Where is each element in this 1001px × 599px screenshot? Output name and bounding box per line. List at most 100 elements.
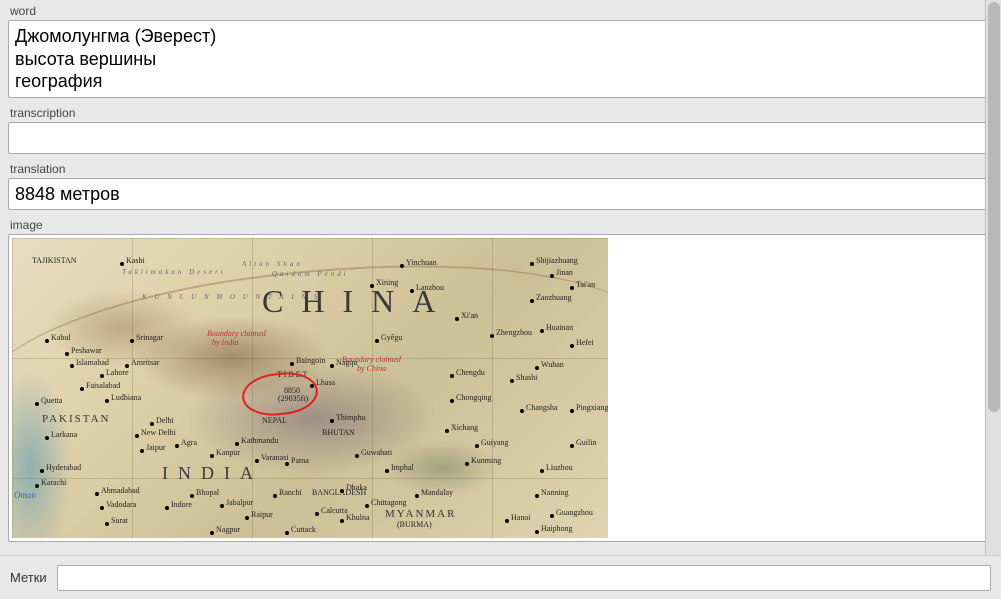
map-label: Xi'an <box>461 311 478 320</box>
map-label: NEPAL <box>262 416 287 425</box>
transcription-input[interactable] <box>8 122 993 154</box>
map-label: Hefei <box>576 338 594 347</box>
map-label: Raipur <box>251 510 273 519</box>
map-label: Faisalabad <box>86 381 120 390</box>
map-label: Liuzhou <box>546 463 573 472</box>
map-label: Ranchi <box>279 488 302 497</box>
map-label: Indore <box>171 500 192 509</box>
translation-label: translation <box>8 158 993 178</box>
map-image: CHINAINDIAPAKISTANMYANMAR(BURMA)BHUTANBA… <box>12 238 608 538</box>
map-label: TAJIKISTAN <box>32 256 77 265</box>
map-label: Delhi <box>156 416 174 425</box>
map-label: Chittagong <box>371 498 407 507</box>
vertical-scrollbar[interactable] <box>985 0 1001 555</box>
map-label: Qaidam Pendi <box>272 270 349 278</box>
map-label: Huainan <box>546 323 573 332</box>
map-label: Yinchuan <box>406 258 437 267</box>
translation-field-group: translation 8848 метров <box>8 158 993 211</box>
map-label: Quetta <box>41 396 62 405</box>
map-label: by China <box>357 365 386 374</box>
map-label: Surat <box>111 516 128 525</box>
map-label: Nagpur <box>216 525 240 534</box>
map-label: Peshawar <box>71 346 102 355</box>
map-label: Dhaka <box>346 483 367 492</box>
scrollbar-thumb[interactable] <box>988 2 1000 412</box>
map-label: BHUTAN <box>322 428 355 437</box>
map-label: Guangzhou <box>556 508 593 517</box>
map-label: Vadodara <box>106 500 136 509</box>
map-label: Patna <box>291 456 309 465</box>
map-label: Guiyang <box>481 438 509 447</box>
map-label: Kanpur <box>216 448 240 457</box>
image-field-group: image CHINAINDIAPAKISTANMYANMAR(BURMA)BH… <box>8 214 993 542</box>
map-label: Gyêgu <box>381 333 402 342</box>
map-label: Calcutta <box>321 506 348 515</box>
map-label: Karachi <box>41 478 66 487</box>
map-label: Kashi <box>126 256 145 265</box>
map-label: Jabalpur <box>226 498 253 507</box>
map-label: Haiphong <box>541 524 573 533</box>
map-label: Hyderabad <box>46 463 81 472</box>
map-label: Cuttack <box>291 525 316 534</box>
map-label: Chengdu <box>456 368 485 377</box>
form-panel: word Джомолунгма (Эверест) высота вершин… <box>0 0 1001 555</box>
map-label: Jaipur <box>146 443 166 452</box>
map-label: Larkana <box>51 430 77 439</box>
transcription-label: transcription <box>8 102 993 122</box>
map-label: Islamabad <box>76 358 109 367</box>
map-label: Lhasa <box>316 378 335 387</box>
map-label: Khulna <box>346 513 370 522</box>
map-label: Bhopal <box>196 488 219 497</box>
map-label: by India <box>212 339 238 348</box>
map-label: Nagqu <box>336 358 357 367</box>
map-label: INDIA <box>162 463 263 484</box>
map-label: New Delhi <box>141 428 176 437</box>
transcription-field-group: transcription <box>8 102 993 154</box>
map-label: K U N L U N M O U N T A I N S <box>142 293 320 301</box>
map-label: Ludhiana <box>111 393 141 402</box>
map-label: Xichang <box>451 423 478 432</box>
word-label: word <box>8 0 993 20</box>
map-label: Taklimakan Desert <box>122 268 226 276</box>
map-label: Lahore <box>106 368 129 377</box>
map-label: (BURMA) <box>397 520 432 529</box>
map-label: Imphal <box>391 463 414 472</box>
map-label: Pingxiang <box>576 403 608 412</box>
map-label: Kathmandu <box>241 436 278 445</box>
map-label: Ahmadabad <box>101 486 140 495</box>
map-label: Tai'an <box>576 280 595 289</box>
map-label: Oman <box>14 490 36 500</box>
map-label: Srinagar <box>136 333 163 342</box>
word-input[interactable]: Джомолунгма (Эверест) высота вершины гео… <box>8 20 993 98</box>
map-label: Shijiazhuang <box>536 256 578 265</box>
map-label: Mandalay <box>421 488 453 497</box>
map-label: Jinan <box>556 268 573 277</box>
map-label: Hanoi <box>511 513 531 522</box>
map-label: Guilin <box>576 438 596 447</box>
map-label: Zaozhuang <box>536 293 572 302</box>
map-label: Wuhan <box>541 360 564 369</box>
map-label: Shashi <box>516 373 537 382</box>
map-label: Amritsar <box>131 358 159 367</box>
map-label: MYANMAR <box>385 508 456 520</box>
image-label: image <box>8 214 993 234</box>
map-label: Thimphu <box>336 413 365 422</box>
tags-label: Метки <box>10 570 47 585</box>
map-label: Altun Shan <box>242 260 303 268</box>
image-box[interactable]: CHINAINDIAPAKISTANMYANMAR(BURMA)BHUTANBA… <box>8 234 993 542</box>
translation-input[interactable]: 8848 метров <box>8 178 993 211</box>
map-label: Guwahati <box>361 448 392 457</box>
tags-footer: Метки <box>0 555 1001 599</box>
map-label: Kunming <box>471 456 501 465</box>
map-label: Xining <box>376 278 398 287</box>
tags-input[interactable] <box>57 565 991 591</box>
map-label: PAKISTAN <box>42 413 111 425</box>
map-label: Nanning <box>541 488 569 497</box>
map-label: Zhengzhou <box>496 328 532 337</box>
map-label: Varanasi <box>261 453 289 462</box>
map-label: Agra <box>181 438 197 447</box>
word-field-group: word Джомолунгма (Эверест) высота вершин… <box>8 0 993 98</box>
map-label: Changsha <box>526 403 558 412</box>
map-label: Kabul <box>51 333 71 342</box>
map-label: Chongqing <box>456 393 492 402</box>
